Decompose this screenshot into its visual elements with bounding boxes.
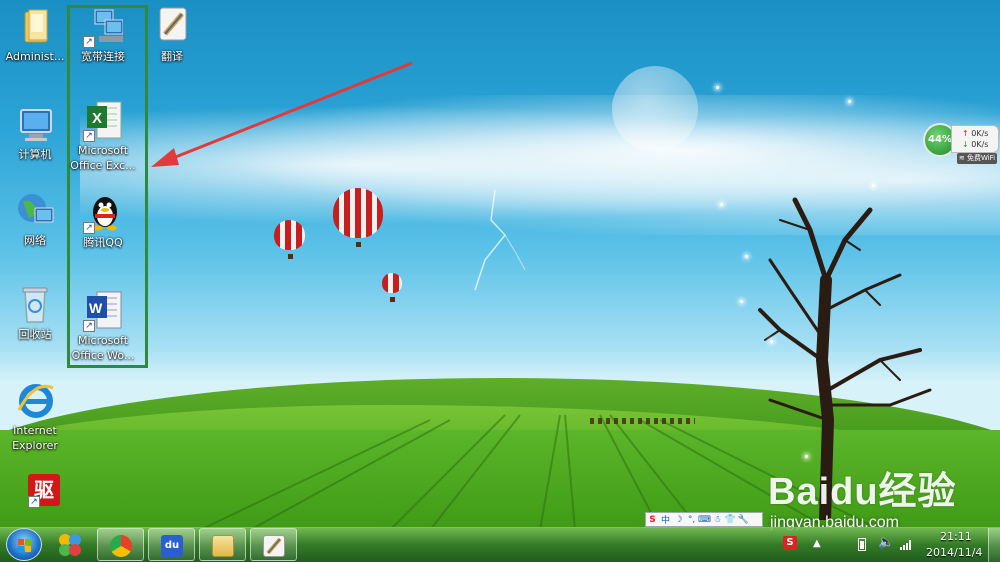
sogou-ime-icon[interactable]: S — [646, 515, 659, 525]
watermark-brand: Baidu经验 — [768, 471, 957, 513]
desktop-icon-broadband[interactable]: ↗ 宽带连接 — [68, 6, 138, 64]
network-speed-widget[interactable]: 44% ↑ 0K/s ↓ 0K/s ≋ 免费WiFi — [921, 121, 1000, 165]
taskbar-explorer-button[interactable] — [199, 528, 246, 561]
translate-icon — [152, 6, 192, 46]
free-wifi-label: 免费WiFi — [966, 154, 996, 162]
icon-label: 腾讯QQ — [83, 236, 123, 249]
quick-launch-360-icon[interactable] — [56, 531, 84, 559]
icon-label: Microsoft Office Exc... — [70, 144, 136, 172]
icon-label: 翻译 — [161, 50, 183, 63]
desktop-icon-recycle-bin[interactable]: 回收站 — [0, 284, 70, 342]
icon-label: Administ... — [5, 50, 65, 63]
desktop-icon-computer[interactable]: 计算机 — [0, 104, 70, 162]
svg-text:W: W — [89, 300, 103, 316]
desktop-icon-network[interactable]: 网络 — [0, 190, 70, 248]
sparkle — [805, 455, 808, 458]
balloon-medium — [274, 220, 305, 259]
user-icon[interactable]: ☃ — [711, 515, 724, 525]
upload-speed: 0K/s — [971, 129, 989, 138]
broadband-connection-icon: ↗ — [83, 6, 124, 48]
sparkle — [740, 300, 743, 303]
icon-label: Internet Explorer — [12, 424, 58, 452]
shortcut-arrow-icon: ↗ — [83, 130, 95, 142]
skin-shirt-icon[interactable]: 👕 — [724, 515, 737, 525]
taskbar-browser-button[interactable] — [97, 528, 144, 561]
taskbar-translate-button[interactable] — [250, 528, 297, 561]
shortcut-arrow-icon: ↗ — [83, 320, 95, 332]
desktop-icon-internet-explorer[interactable]: Internet Explorer — [0, 380, 70, 453]
icon-label: 宽带连接 — [81, 50, 125, 63]
icon-label: 计算机 — [18, 148, 52, 161]
clock-date[interactable]: 2014/11/4 — [926, 546, 982, 559]
balloon-large — [333, 188, 383, 247]
network-signal-icon[interactable] — [900, 540, 912, 550]
start-button[interactable] — [6, 528, 42, 561]
chrome-like-browser-icon — [110, 535, 132, 557]
network-speed-panel: ↑ 0K/s ↓ 0K/s — [951, 125, 999, 153]
driver-icon: 驱 ↗ — [15, 472, 60, 512]
wifi-icon: ≋ — [958, 154, 965, 162]
shortcut-arrow-icon: ↗ — [83, 222, 95, 234]
word-icon: W ↗ — [83, 290, 123, 332]
internet-explorer-icon — [15, 380, 55, 420]
computer-icon — [15, 104, 55, 144]
halfwidth-moon-icon[interactable]: ☽ — [672, 515, 685, 525]
sparkle — [745, 255, 748, 258]
shortcut-arrow-icon: ↗ — [28, 496, 40, 508]
desktop-icon-excel[interactable]: X ↗ Microsoft Office Exc... — [68, 100, 138, 173]
desktop-icon-word[interactable]: W ↗ Microsoft Office Wo... — [68, 290, 138, 363]
desktop-icon-administrator[interactable]: Administ... — [0, 6, 70, 64]
shortcut-arrow-icon: ↗ — [83, 36, 95, 48]
qq-penguin-icon: ↗ — [83, 192, 123, 234]
tools-wrench-icon[interactable]: 🔧 — [737, 515, 750, 525]
desktop-icon-qq[interactable]: ↗ 腾讯QQ — [68, 192, 138, 250]
download-arrow-icon: ↓ — [962, 140, 969, 149]
folder-icon — [212, 535, 234, 557]
folder-icon — [15, 6, 55, 46]
sparkle — [770, 340, 773, 343]
ime-mode[interactable]: 中 — [659, 513, 672, 526]
sparkle — [848, 100, 851, 103]
desktop-icon-driver[interactable]: 驱 ↗ — [0, 472, 70, 512]
show-desktop-button[interactable] — [988, 528, 1000, 562]
upload-arrow-icon: ↑ — [962, 129, 969, 138]
clock-time[interactable]: 21:11 — [940, 530, 972, 543]
icon-label: 回收站 — [18, 328, 52, 341]
icon-label: Microsoft Office Wo... — [71, 334, 135, 362]
punctuation-icon[interactable]: °, — [685, 515, 698, 525]
balloon-small — [382, 273, 402, 302]
download-speed: 0K/s — [971, 140, 989, 149]
sparkle — [716, 86, 719, 89]
icon-label: 网络 — [24, 234, 46, 247]
keyboard-icon[interactable]: ⌨ — [698, 515, 711, 525]
ime-toolbar[interactable]: S 中 ☽ °, ⌨ ☃ 👕 🔧 — [645, 512, 763, 527]
excel-icon: X ↗ — [83, 100, 123, 142]
cattle — [590, 418, 695, 424]
battery-icon[interactable] — [858, 538, 866, 551]
tray-sogou-icon[interactable]: S — [783, 536, 797, 550]
windows-logo-icon — [18, 539, 32, 552]
translate-icon — [263, 535, 285, 557]
volume-icon[interactable]: 🔈 — [878, 535, 894, 550]
tray-expand-icon[interactable]: ▲ — [813, 538, 821, 549]
baidu-paw-icon: du — [161, 535, 183, 557]
sparkle — [720, 203, 723, 206]
desktop-icon-translate[interactable]: 翻译 — [137, 6, 207, 64]
network-icon — [15, 190, 55, 230]
svg-text:X: X — [92, 110, 102, 127]
taskbar-baidu-button[interactable]: du — [148, 528, 195, 561]
sparkle — [872, 184, 875, 187]
recycle-bin-icon — [15, 284, 55, 324]
lightning — [474, 190, 526, 291]
free-wifi-button[interactable]: ≋ 免费WiFi — [957, 153, 997, 164]
